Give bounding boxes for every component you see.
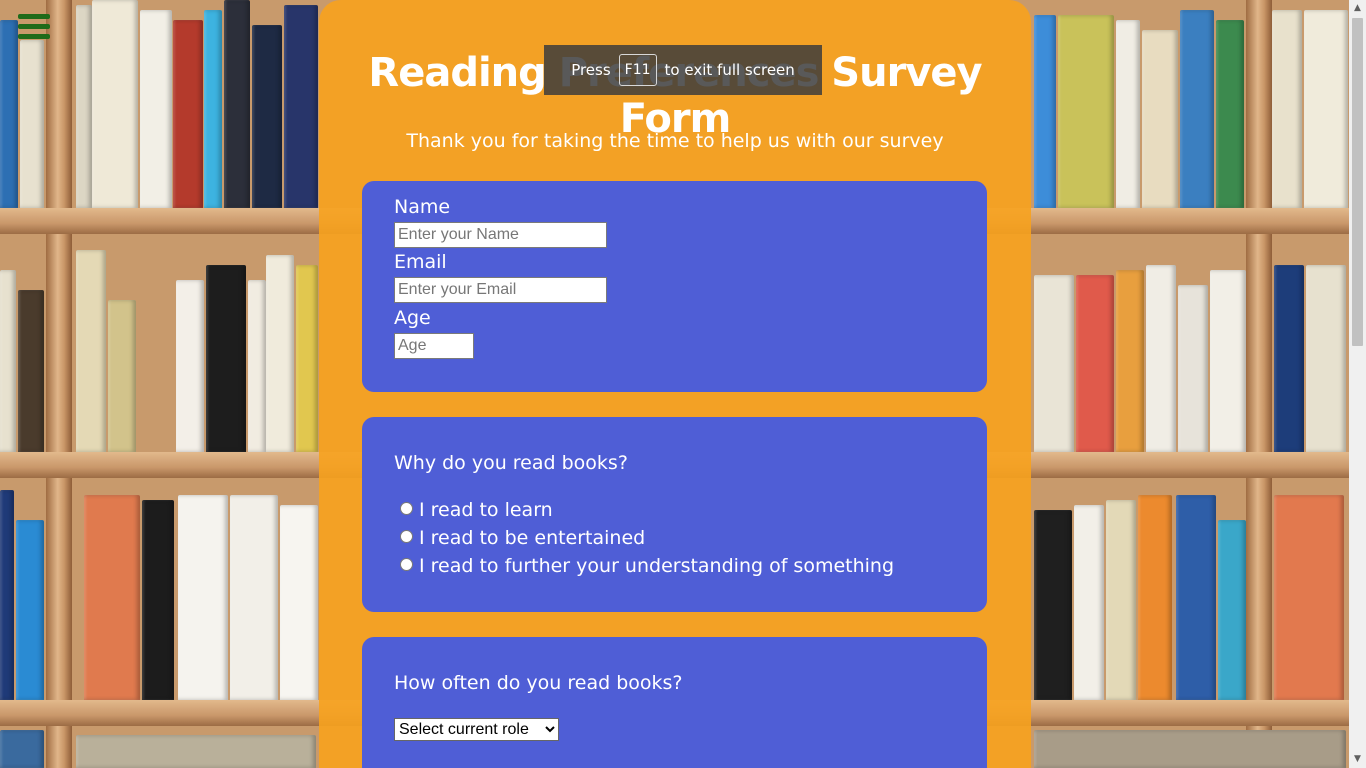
reason-option-entertained[interactable]: I read to be entertained bbox=[400, 527, 645, 549]
shelf-upright bbox=[46, 0, 72, 768]
reason-option-learn[interactable]: I read to learn bbox=[400, 499, 553, 521]
reason-option-understanding[interactable]: I read to further your understanding of … bbox=[400, 555, 894, 577]
reason-option-label: I read to further your understanding of … bbox=[419, 555, 895, 577]
scroll-up-icon[interactable]: ▲ bbox=[1349, 0, 1366, 17]
email-input[interactable] bbox=[394, 277, 607, 303]
scrollbar-thumb[interactable] bbox=[1352, 18, 1363, 346]
personal-info-card: Name Email Age bbox=[362, 181, 987, 392]
name-label: Name bbox=[394, 196, 451, 218]
name-input[interactable] bbox=[394, 222, 607, 248]
toast-suffix: to exit full screen bbox=[664, 61, 795, 79]
page-scrollbar[interactable]: ▲ ▼ bbox=[1349, 0, 1366, 768]
read-reason-card: Why do you read books? I read to learn I… bbox=[362, 417, 987, 612]
page-subtitle: Thank you for taking the time to help us… bbox=[406, 130, 944, 152]
fullscreen-exit-toast: Press F11 to exit full screen bbox=[544, 45, 822, 95]
reason-radio-entertained[interactable] bbox=[400, 529, 413, 543]
survey-panel: Reading Preferences Survey Form Thank yo… bbox=[319, 0, 1031, 768]
age-input[interactable] bbox=[394, 333, 474, 359]
reason-option-label: I read to be entertained bbox=[419, 527, 646, 549]
reason-radio-understanding[interactable] bbox=[400, 557, 413, 571]
email-label: Email bbox=[394, 251, 447, 273]
age-label: Age bbox=[394, 307, 431, 329]
toast-key: F11 bbox=[618, 54, 657, 86]
hamburger-icon[interactable] bbox=[18, 14, 50, 44]
shelf-upright bbox=[1246, 0, 1272, 768]
frequency-select[interactable]: Select current role bbox=[394, 718, 559, 741]
reason-option-label: I read to learn bbox=[419, 499, 553, 521]
read-frequency-question: How often do you read books? bbox=[394, 672, 683, 694]
reason-radio-learn[interactable] bbox=[400, 501, 413, 515]
read-frequency-card: How often do you read books? Select curr… bbox=[362, 637, 987, 768]
read-reason-question: Why do you read books? bbox=[394, 452, 628, 474]
scroll-down-icon[interactable]: ▼ bbox=[1349, 751, 1366, 768]
toast-prefix: Press bbox=[571, 61, 611, 79]
